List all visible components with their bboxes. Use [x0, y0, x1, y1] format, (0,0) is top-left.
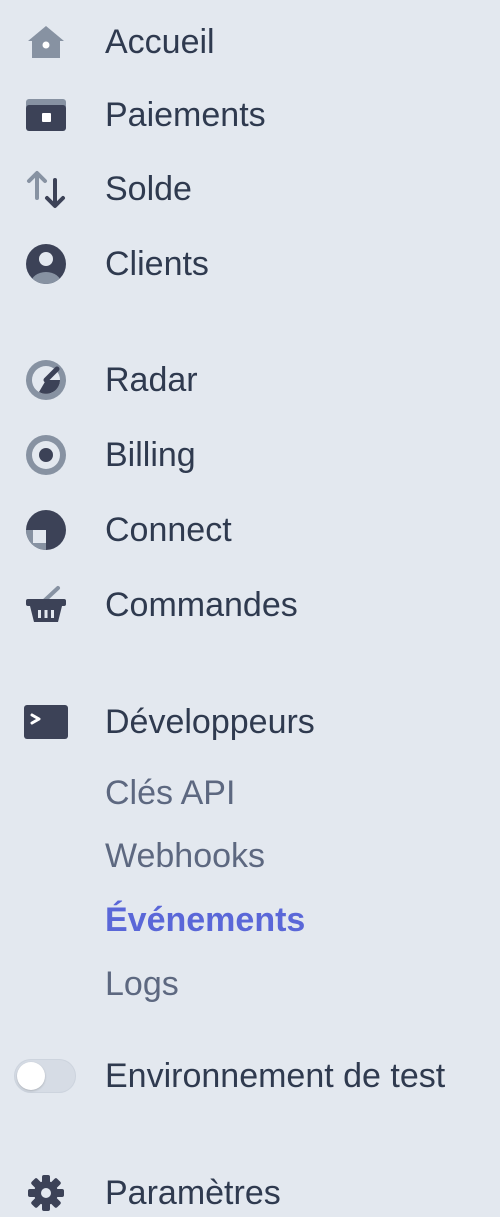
sidebar-subitem-label: Webhooks: [105, 837, 266, 875]
billing-icon: [21, 430, 71, 480]
sidebar-item-test-mode[interactable]: Environnement de test: [0, 1046, 500, 1106]
sidebar-item-developers[interactable]: Développeurs: [0, 692, 500, 752]
sidebar-subitem-events[interactable]: Événements: [0, 893, 500, 947]
connect-icon: [21, 505, 71, 555]
sidebar-item-connect[interactable]: Connect: [0, 500, 500, 560]
sidebar-item-home[interactable]: Accueil: [0, 12, 500, 72]
sidebar-item-label: Billing: [105, 436, 196, 474]
gear-icon: [21, 1168, 71, 1217]
terminal-icon: [21, 697, 71, 747]
sidebar-subitem-webhooks[interactable]: Webhooks: [0, 829, 500, 883]
sidebar-subitem-label: Logs: [105, 965, 179, 1003]
sidebar-item-billing[interactable]: Billing: [0, 425, 500, 485]
sidebar-item-orders[interactable]: Commandes: [0, 575, 500, 635]
sidebar-item-label: Clients: [105, 245, 209, 283]
sidebar-item-label: Connect: [105, 511, 232, 549]
sidebar-item-label: Développeurs: [105, 703, 315, 741]
sidebar-subitem-label: Clés API: [105, 774, 236, 812]
test-mode-toggle[interactable]: [14, 1059, 76, 1093]
sidebar-item-label: Paiements: [105, 96, 266, 134]
radar-icon: [21, 355, 71, 405]
home-icon: [21, 17, 71, 67]
sidebar-item-radar[interactable]: Radar: [0, 350, 500, 410]
sidebar-navigation: Accueil Paiements Solde Clients Radar Bi…: [0, 0, 500, 1217]
toggle-knob: [17, 1062, 45, 1090]
sidebar-item-label: Solde: [105, 170, 192, 208]
user-icon: [21, 239, 71, 289]
transfer-arrows-icon: [21, 164, 71, 214]
sidebar-item-balance[interactable]: Solde: [0, 159, 500, 219]
sidebar-item-label: Radar: [105, 361, 198, 399]
sidebar-item-label: Paramètres: [105, 1174, 281, 1212]
sidebar-subitem-label: Événements: [105, 901, 306, 939]
sidebar-subitem-api-keys[interactable]: Clés API: [0, 766, 500, 820]
sidebar-item-customers[interactable]: Clients: [0, 234, 500, 294]
sidebar-item-payments[interactable]: Paiements: [0, 85, 500, 145]
basket-icon: [21, 580, 71, 630]
sidebar-item-label: Environnement de test: [105, 1057, 446, 1095]
sidebar-item-settings[interactable]: Paramètres: [0, 1163, 500, 1217]
sidebar-item-label: Accueil: [105, 23, 215, 61]
wallet-icon: [21, 90, 71, 140]
sidebar-item-label: Commandes: [105, 586, 298, 624]
sidebar-subitem-logs[interactable]: Logs: [0, 957, 500, 1011]
